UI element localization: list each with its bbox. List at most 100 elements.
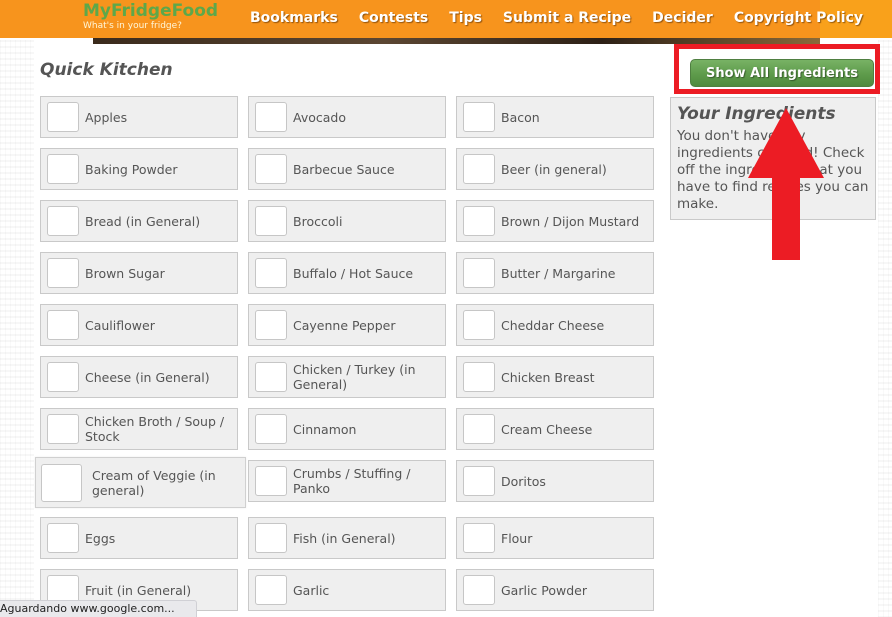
- ingredient-checkbox[interactable]: [255, 362, 287, 392]
- ingredient-checkbox[interactable]: [463, 310, 495, 340]
- ingredient-item[interactable]: Barbecue Sauce: [248, 148, 446, 190]
- ingredient-checkbox[interactable]: [463, 154, 495, 184]
- ingredient-item[interactable]: Fish (in General): [248, 517, 446, 559]
- ingredient-label: Garlic: [293, 582, 330, 598]
- ingredient-label: Cream Cheese: [501, 421, 593, 437]
- ingredient-item[interactable]: Chicken / Turkey (in General): [248, 356, 446, 398]
- ingredient-checkbox[interactable]: [47, 206, 79, 236]
- ingredient-label: Fish (in General): [293, 530, 396, 546]
- ingredient-checkbox[interactable]: [255, 310, 287, 340]
- ingredient-item[interactable]: Crumbs / Stuffing / Panko: [248, 460, 446, 502]
- ingredient-checkbox[interactable]: [255, 154, 287, 184]
- decorative-side-pattern-left: [0, 40, 34, 617]
- logo-subtitle: What's in your fridge?: [83, 21, 182, 31]
- ingredient-item[interactable]: Bacon: [456, 96, 654, 138]
- ingredient-checkbox[interactable]: [463, 258, 495, 288]
- ingredient-checkbox[interactable]: [47, 414, 79, 444]
- ingredient-checkbox[interactable]: [47, 154, 79, 184]
- ingredient-checkbox[interactable]: [255, 258, 287, 288]
- ingredient-checkbox[interactable]: [255, 206, 287, 236]
- ingredient-item[interactable]: Buffalo / Hot Sauce: [248, 252, 446, 294]
- ingredient-checkbox[interactable]: [255, 575, 287, 605]
- decorative-side-pattern-right: [878, 40, 892, 617]
- ingredient-checkbox[interactable]: [463, 466, 495, 496]
- nav-copyright-policy[interactable]: Copyright Policy: [734, 9, 863, 27]
- nav-bookmarks[interactable]: Bookmarks: [250, 9, 338, 27]
- ingredient-item[interactable]: Flour: [456, 517, 654, 559]
- annotation-arrow-up-icon: [748, 108, 824, 260]
- ingredient-label: Cauliflower: [85, 317, 155, 333]
- ingredient-label: Flour: [501, 530, 533, 546]
- ingredient-label: Brown / Dijon Mustard: [501, 213, 640, 229]
- ingredient-item[interactable]: Brown / Dijon Mustard: [456, 200, 654, 242]
- ingredient-checkbox[interactable]: [463, 575, 495, 605]
- ingredient-label: Chicken Broth / Soup / Stock: [85, 414, 225, 444]
- ingredient-label: Cheese (in General): [85, 369, 210, 385]
- ingredient-checkbox[interactable]: [47, 362, 79, 392]
- ingredient-item[interactable]: Cream Cheese: [456, 408, 654, 450]
- ingredient-item[interactable]: Baking Powder: [40, 148, 238, 190]
- ingredient-label: Cream of Veggie (in general): [92, 467, 216, 498]
- ingredient-checkbox[interactable]: [463, 414, 495, 444]
- ingredient-checkbox[interactable]: [41, 463, 82, 502]
- ingredient-checkbox[interactable]: [463, 362, 495, 392]
- ingredient-item[interactable]: Avocado: [248, 96, 446, 138]
- ingredient-item[interactable]: Garlic Powder: [456, 569, 654, 611]
- ingredient-label: Bacon: [501, 109, 540, 125]
- ingredient-label: Barbecue Sauce: [293, 161, 395, 177]
- ingredient-checkbox[interactable]: [255, 466, 287, 496]
- logo-title: MyFridgeFood: [83, 1, 219, 21]
- ingredient-checkbox[interactable]: [47, 258, 79, 288]
- ingredient-item[interactable]: Beer (in general): [456, 148, 654, 190]
- ingredient-item[interactable]: Cheese (in General): [40, 356, 238, 398]
- ingredient-item[interactable]: Cauliflower: [40, 304, 238, 346]
- ingredient-checkbox[interactable]: [463, 206, 495, 236]
- ingredient-item[interactable]: Cayenne Pepper: [248, 304, 446, 346]
- ingredient-label: Avocado: [293, 109, 346, 125]
- ingredient-item[interactable]: Broccoli: [248, 200, 446, 242]
- ingredient-checkbox[interactable]: [463, 523, 495, 553]
- ingredient-checkbox[interactable]: [255, 523, 287, 553]
- ingredient-item[interactable]: Cheddar Cheese: [456, 304, 654, 346]
- ingredient-item[interactable]: Bread (in General): [40, 200, 238, 242]
- ingredient-item[interactable]: Garlic: [248, 569, 446, 611]
- show-all-ingredients-button[interactable]: Show All Ingredients: [690, 59, 874, 87]
- ingredient-label: Garlic Powder: [501, 582, 588, 598]
- ingredient-checkbox[interactable]: [255, 102, 287, 132]
- ingredient-item[interactable]: Doritos: [456, 460, 654, 502]
- nav-contests[interactable]: Contests: [359, 9, 428, 27]
- ingredient-label: Baking Powder: [85, 161, 178, 177]
- ingredient-item[interactable]: Chicken Breast: [456, 356, 654, 398]
- ingredient-label: Chicken Breast: [501, 369, 595, 385]
- ingredient-item[interactable]: Cinnamon: [248, 408, 446, 450]
- ingredient-checkbox[interactable]: [463, 102, 495, 132]
- ingredient-checkbox[interactable]: [47, 310, 79, 340]
- ingredient-label: Doritos: [501, 473, 546, 489]
- site-logo[interactable]: MyFridgeFood What's in your fridge?: [83, 1, 218, 32]
- ingredient-item[interactable]: Chicken Broth / Soup / Stock: [40, 408, 238, 450]
- ingredient-checkbox[interactable]: [47, 102, 79, 132]
- ingredient-label: Apples: [85, 109, 128, 125]
- ingredient-label: Cayenne Pepper: [293, 317, 396, 333]
- main-nav: Bookmarks Contests Tips Submit a Recipe …: [250, 9, 884, 27]
- nav-submit-recipe[interactable]: Submit a Recipe: [503, 9, 631, 27]
- browser-status-bar: Aguardando www.google.com...: [0, 600, 197, 617]
- ingredient-item[interactable]: Eggs: [40, 517, 238, 559]
- ingredient-label: Cinnamon: [293, 421, 357, 437]
- ingredient-item[interactable]: Apples: [40, 96, 238, 138]
- nav-tips[interactable]: Tips: [449, 9, 482, 27]
- page-title: Quick Kitchen: [40, 60, 173, 80]
- ingredient-item[interactable]: Butter / Margarine: [456, 252, 654, 294]
- ingredient-item[interactable]: Brown Sugar: [40, 252, 238, 294]
- ingredient-label: Beer (in general): [501, 161, 607, 177]
- ingredient-checkbox[interactable]: [47, 523, 79, 553]
- ingredient-label: Fruit (in General): [85, 582, 192, 598]
- ingredient-grid: Apples Avocado Bacon Baking Powder Barbecue …: [35, 96, 660, 611]
- ingredient-label: Eggs: [85, 530, 116, 546]
- ingredient-label: Brown Sugar: [85, 265, 165, 281]
- ingredient-item[interactable]: Cream of Veggie (in general): [35, 457, 246, 508]
- ingredient-checkbox[interactable]: [255, 414, 287, 444]
- ingredient-label: Broccoli: [293, 213, 343, 229]
- nav-decider[interactable]: Decider: [652, 9, 713, 27]
- ingredient-label: Buffalo / Hot Sauce: [293, 265, 414, 281]
